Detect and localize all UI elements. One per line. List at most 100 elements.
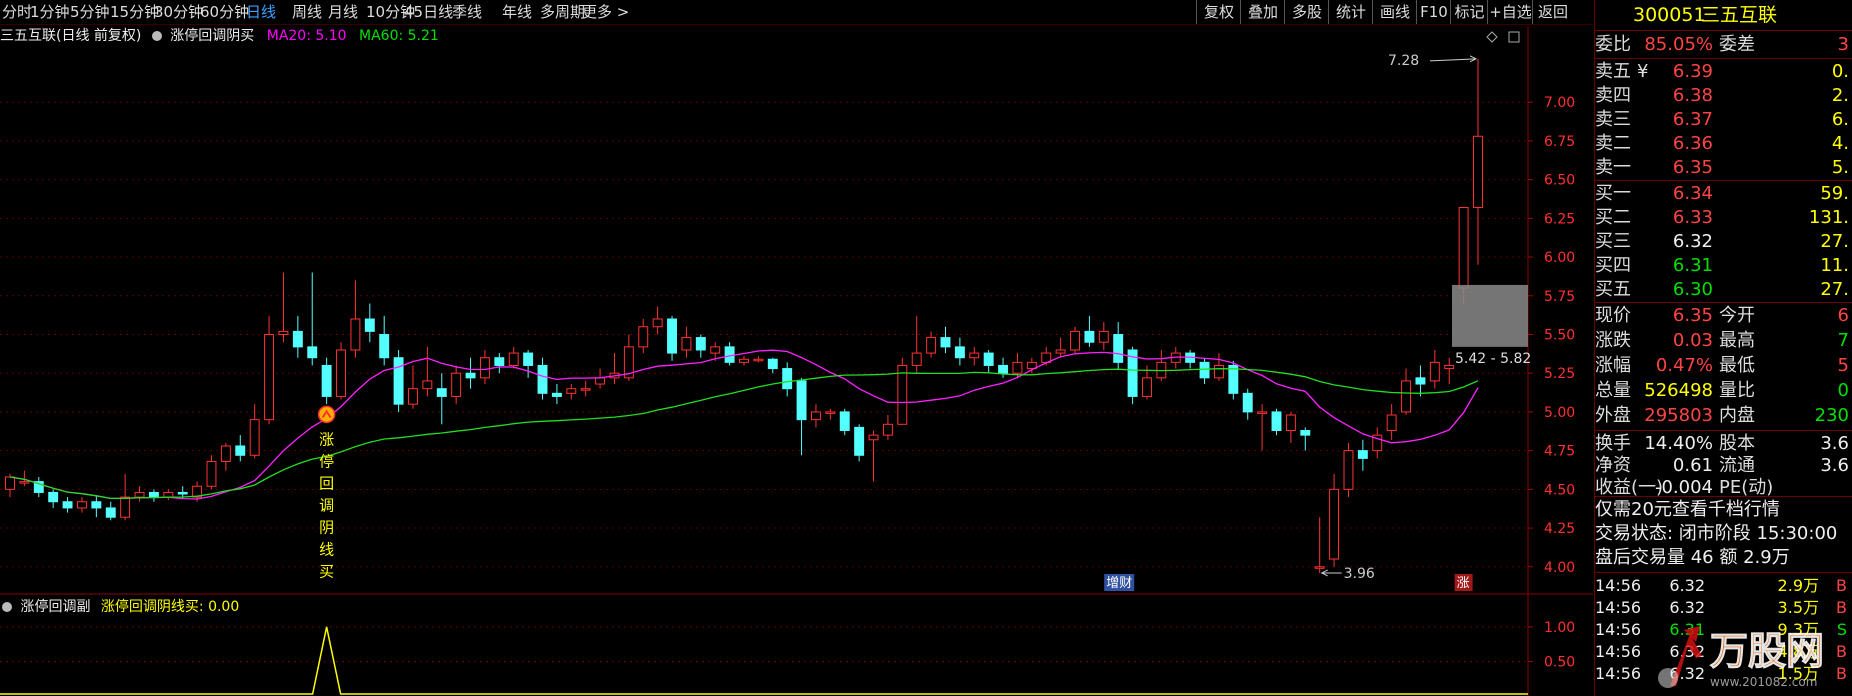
candle-body <box>336 349 346 397</box>
candle-body <box>120 496 131 518</box>
bid-label: 买二 <box>1595 207 1631 228</box>
bid-row: 买二 6.33 131. <box>1595 206 1852 230</box>
y-tick-label: 5.75 <box>1544 289 1575 305</box>
range-label: 5.42 - 5.82 <box>1455 351 1531 367</box>
tick-price: 6.32 <box>1669 576 1705 595</box>
stat-value: 5 <box>1837 355 1849 376</box>
candle-body <box>537 364 548 394</box>
candle-body <box>551 392 562 397</box>
stat-label: 外盘 <box>1595 405 1631 426</box>
candle-body <box>782 368 793 390</box>
candle-body <box>76 501 87 509</box>
tick-side: B <box>1836 576 1847 595</box>
candle-body <box>163 491 174 498</box>
ask-price: 6.39 <box>1672 61 1713 82</box>
stat-row: 涨跌 0.03 最高 7 <box>1595 329 1852 353</box>
y-tick-label: 6.25 <box>1544 211 1575 227</box>
candle-body <box>393 357 404 405</box>
y-tick-label: 4.25 <box>1544 521 1575 537</box>
watermark-text: 万股网 <box>1710 629 1824 673</box>
candle-body <box>264 333 275 421</box>
stat-label: 量比 <box>1719 380 1755 401</box>
bid-volume: 131. <box>1808 207 1849 228</box>
candle-body <box>1098 330 1109 343</box>
promo-link[interactable]: 仅需20元查看千档行情 <box>1595 498 1852 522</box>
bid-row: 买五 6.30 27. <box>1595 278 1852 302</box>
bid-row: 买三 6.32 27. <box>1595 230 1852 254</box>
ask-price: 6.38 <box>1672 85 1713 106</box>
candle-body <box>220 445 231 462</box>
candle-body <box>292 330 303 348</box>
candle-body <box>1213 364 1224 379</box>
candle-body <box>667 318 678 354</box>
candle-body <box>753 358 764 362</box>
ask-row: 卖三 6.37 6. <box>1595 108 1852 132</box>
stat-label: 最高 <box>1719 330 1755 351</box>
candle-body <box>926 337 937 354</box>
candle-body <box>508 352 519 366</box>
ma60-line <box>9 368 1479 500</box>
stat-label: 涨跌 <box>1595 330 1631 351</box>
candle-body <box>1429 361 1440 382</box>
candle-body <box>998 364 1009 374</box>
stat-value: 0.47% <box>1655 355 1713 376</box>
stat-value: 230 <box>1814 405 1849 426</box>
sub-chart-name[interactable]: 涨停回调副 <box>20 599 90 615</box>
tick-time: 14:56 <box>1595 598 1642 617</box>
candle-body <box>148 491 159 498</box>
tick-time: 14:56 <box>1595 576 1642 595</box>
bid-label: 买四 <box>1595 255 1631 276</box>
candle-body <box>278 330 289 335</box>
stat-value: 0.03 <box>1672 330 1713 351</box>
candle-body <box>566 388 577 394</box>
stat-row: 总量 526498 量比 0 <box>1595 379 1852 403</box>
tick-volume: 2.9万 <box>1777 576 1819 595</box>
ask-price: 6.37 <box>1672 109 1713 130</box>
candle-body <box>882 423 893 436</box>
candle-body <box>954 346 965 359</box>
stock-name: 三五互联 <box>1701 4 1778 26</box>
ma20-line <box>9 349 1479 500</box>
candle-body <box>810 411 821 421</box>
candlestick-chart[interactable]: 7.00 6.75 6.50 6.25 6.00 5.75 5.50 5.25 5.00 4.75… <box>0 0 1593 696</box>
y-tick-label: 6.75 <box>1544 134 1575 150</box>
range-box <box>1452 284 1528 347</box>
candle-body <box>321 364 332 397</box>
candle-body <box>1113 333 1124 363</box>
candle-body <box>580 388 591 391</box>
stat-value: 526498 <box>1644 380 1713 401</box>
candle-body <box>91 501 102 509</box>
candle-body <box>134 491 145 498</box>
stat-value: 3.6 <box>1820 433 1849 454</box>
candle-body <box>1473 135 1483 209</box>
sub-chart-header: 涨停回调副 涨停回调阴线买: 0.00 <box>0 598 239 616</box>
yen-icon[interactable]: ¥ <box>1637 60 1648 84</box>
stat-value: 0 <box>1837 380 1849 401</box>
ask-volume: 2. <box>1831 85 1849 106</box>
candle-body <box>48 491 59 503</box>
candle-body <box>695 337 706 351</box>
candle-body <box>940 337 951 348</box>
signal-text-char: 调 <box>319 496 334 514</box>
candle-body <box>839 411 850 431</box>
signal-text-char: 线 <box>319 540 334 558</box>
bid-volume: 11. <box>1820 255 1849 276</box>
candle-body <box>408 388 418 405</box>
candle-body <box>897 364 908 425</box>
candle-body <box>235 445 246 456</box>
stat2-row: 净资 0.61 流通 3.6 <box>1595 454 1852 478</box>
candle-body <box>177 491 188 495</box>
ask-label: 卖五 <box>1595 61 1631 82</box>
candle-body <box>1386 414 1397 431</box>
candle-body <box>350 318 361 351</box>
y-tick-label: 5.50 <box>1544 327 1575 343</box>
stat-value: 0.61 <box>1672 455 1713 476</box>
bid-price: 6.33 <box>1672 207 1713 228</box>
quote-panel: 300051 三五互联 委比 85.05% 委差 3 卖五 ¥6.39 0. 卖四 6.… <box>1594 0 1852 696</box>
stat-label: 股本 <box>1719 433 1755 454</box>
y-tick-label: 5.00 <box>1544 405 1575 421</box>
quote-title: 300051 三五互联 <box>1595 2 1852 28</box>
circle-icon[interactable] <box>2 602 12 612</box>
y-tick-label: 6.00 <box>1544 250 1575 266</box>
ask-price: 6.35 <box>1672 157 1713 178</box>
